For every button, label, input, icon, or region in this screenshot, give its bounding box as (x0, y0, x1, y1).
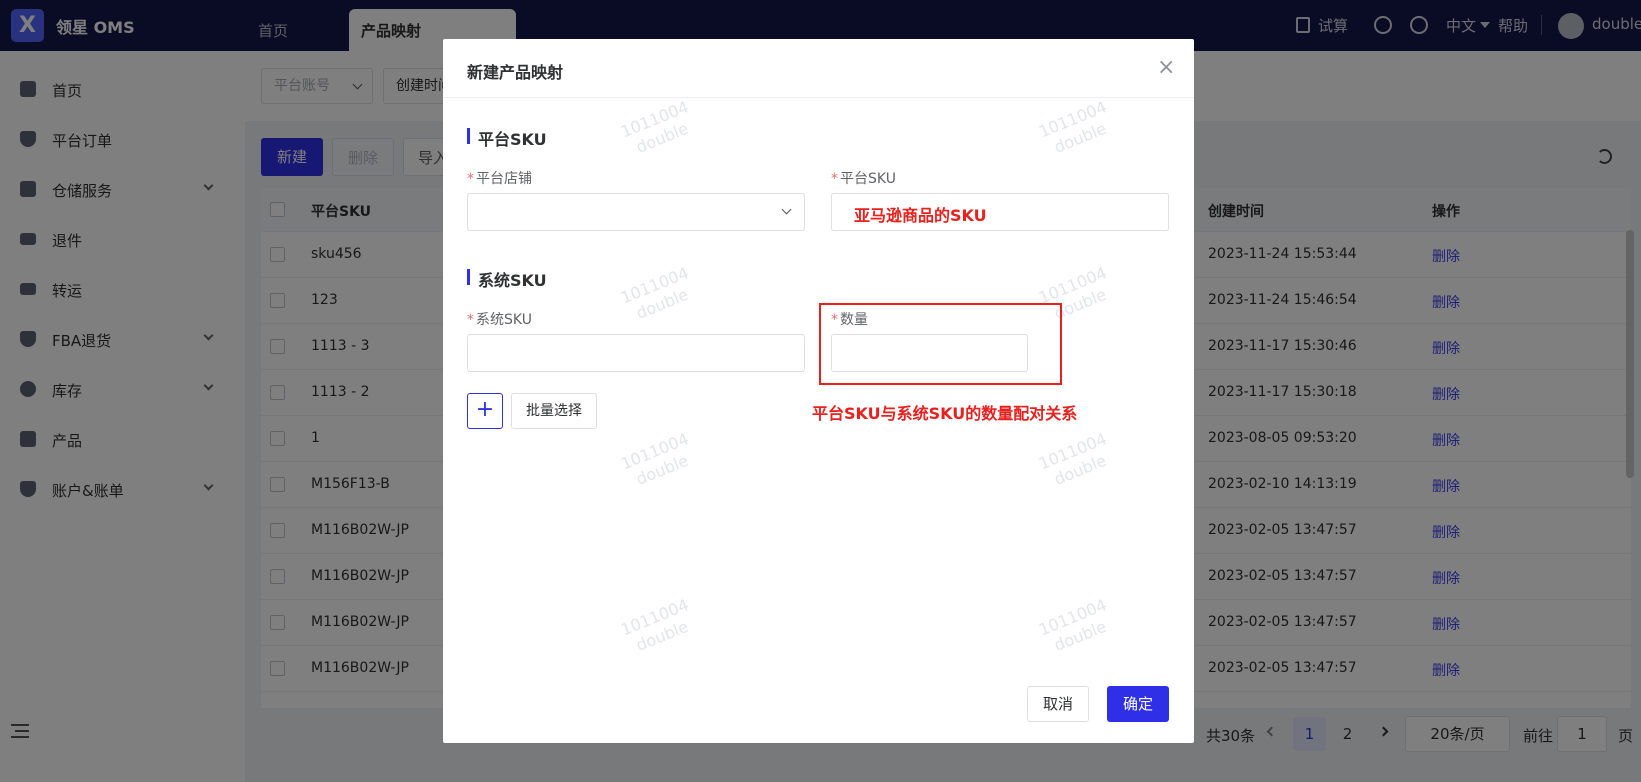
section-marker (467, 269, 470, 285)
system-sku-input[interactable] (467, 334, 805, 372)
dialog-title: 新建产品映射 (467, 63, 564, 82)
watermark: 1011004 double (618, 595, 692, 655)
watermark: 1011004 double (618, 97, 692, 157)
store-label: * 平台店铺 (467, 171, 532, 187)
chevron-down-icon (781, 204, 792, 215)
platform-sku-input[interactable]: 亚马逊商品的SKU (831, 193, 1169, 231)
section-title-system-sku: 系统SKU (478, 271, 547, 290)
dialog-divider (443, 97, 1194, 98)
watermark: 1011004 double (618, 263, 692, 323)
platform-store-select[interactable] (467, 193, 805, 231)
close-icon[interactable]: × (1157, 55, 1175, 80)
watermark: 1011004 double (1036, 97, 1110, 157)
section-title-platform-sku: 平台SKU (478, 130, 547, 149)
quantity-label: * 数量 (831, 312, 868, 328)
platform-sku-annotation: 亚马逊商品的SKU (854, 206, 987, 225)
batch-select-button[interactable]: 批量选择 (511, 393, 597, 429)
watermark: 1011004 double (1036, 595, 1110, 655)
add-row-button[interactable]: + (467, 393, 503, 429)
watermark: 1011004 double (1036, 429, 1110, 489)
confirm-button[interactable]: 确定 (1107, 686, 1169, 722)
watermark: 1011004 double (618, 429, 692, 489)
quantity-annotation: 平台SKU与系统SKU的数量配对关系 (812, 404, 1078, 423)
section-marker (467, 128, 470, 144)
platform-sku-label: * 平台SKU (831, 171, 896, 187)
cancel-button[interactable]: 取消 (1027, 686, 1089, 722)
quantity-input[interactable] (831, 334, 1028, 372)
new-product-mapping-dialog: 1011004 double 1011004 double 1011004 doubl… (443, 39, 1194, 743)
system-sku-label: * 系统SKU (467, 312, 532, 328)
